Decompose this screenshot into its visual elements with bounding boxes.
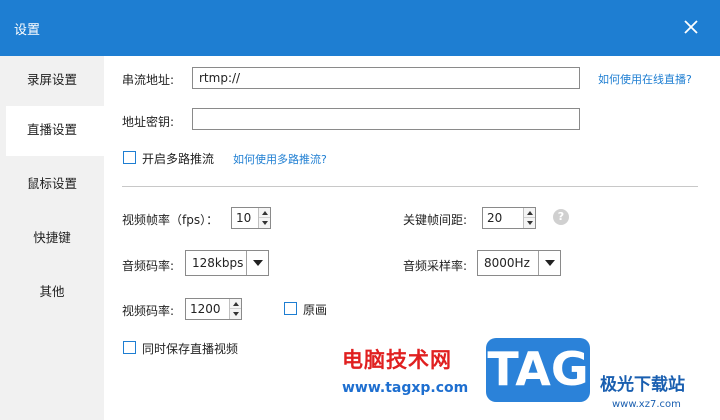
original-label: 原画 [303,303,328,317]
sidebar-item-live[interactable]: 直播设置 [6,106,104,156]
title-bar: 设置 [0,0,720,56]
watermark-logo: TAG [486,338,590,402]
stepper-arrows [229,299,241,319]
chevron-down-icon [246,251,268,275]
sidebar-item-record[interactable]: 录屏设置 [0,56,104,106]
sidebar: 录屏设置 直播设置 鼠标设置 快捷键 其他 [0,56,104,420]
watermark-site-name: 电脑技术网 [342,348,452,372]
decrement-button[interactable] [230,309,241,319]
audio-bitrate-select[interactable]: 128kbps [185,250,269,276]
stream-url-input[interactable] [192,67,580,89]
question-icon[interactable]: ? [553,209,569,225]
video-bitrate-stepper[interactable]: 1200 [185,298,242,320]
chevron-down-icon [538,251,560,275]
stream-key-label: 地址密钥: [122,115,175,129]
multi-push-help-link[interactable]: 如何使用多路推流? [233,151,327,167]
logo-text: TAG [487,342,589,396]
sidebar-item-label: 录屏设置 [26,72,77,87]
increment-button[interactable] [524,208,535,218]
audio-bitrate-value: 128kbps [192,256,244,270]
sidebar-item-label: 其他 [39,284,65,299]
keyframe-stepper[interactable]: 20 [482,207,536,229]
keyframe-value: 20 [487,211,503,225]
watermark-brand-url: www.xz7.com [612,399,681,410]
watermark-site-url: www.tagxp.com [342,380,469,396]
section-divider [122,186,698,187]
sample-rate-select[interactable]: 8000Hz [477,250,561,276]
save-live-label: 同时保存直播视频 [142,342,239,356]
sidebar-item-other[interactable]: 其他 [0,268,104,318]
fps-label: 视频帧率（fps）： [122,213,219,227]
decrement-button[interactable] [524,218,535,228]
video-bitrate-label: 视频码率: [122,304,175,318]
multi-push-checkbox[interactable] [123,151,136,164]
sample-rate-label: 音频采样率: [403,259,468,273]
sidebar-item-label: 快捷键 [33,230,71,245]
sidebar-item-shortcuts[interactable]: 快捷键 [0,214,104,264]
multi-push-label: 开启多路推流 [142,152,215,166]
stepper-arrows [258,208,270,228]
stream-key-input[interactable] [192,108,580,130]
sample-rate-value: 8000Hz [484,256,530,270]
keyframe-label: 关键帧间距: [403,213,468,227]
fps-stepper[interactable]: 10 [231,207,271,229]
fps-value: 10 [236,211,252,225]
watermark-brand-name: 极光下载站 [600,375,685,395]
video-bitrate-value: 1200 [190,302,221,316]
live-help-link[interactable]: 如何使用在线直播? [598,71,692,87]
save-live-checkbox[interactable] [123,341,136,354]
increment-button[interactable] [230,299,241,309]
sidebar-item-label: 直播设置 [26,122,77,137]
stream-url-label: 串流地址: [122,73,175,87]
window-title: 设置 [14,23,41,38]
sidebar-item-mouse[interactable]: 鼠标设置 [0,160,104,210]
stepper-arrows [523,208,535,228]
increment-button[interactable] [259,208,270,218]
sidebar-item-label: 鼠标设置 [26,176,77,191]
original-checkbox[interactable] [284,302,297,315]
audio-bitrate-label: 音频码率: [122,259,175,273]
close-icon[interactable] [678,14,704,40]
decrement-button[interactable] [259,218,270,228]
